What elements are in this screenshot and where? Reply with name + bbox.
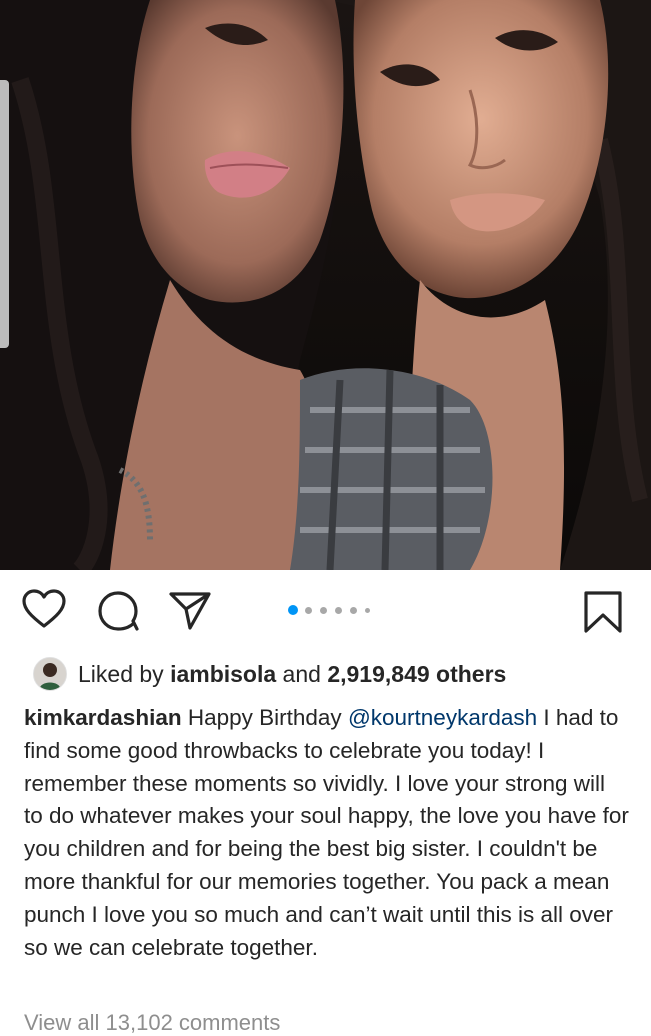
bookmark-icon[interactable] <box>582 590 624 634</box>
comment-icon[interactable] <box>97 590 141 632</box>
likes-text: Liked by iambisola and 2,919,849 others <box>78 661 506 688</box>
heart-icon[interactable] <box>21 589 67 629</box>
likes-summary[interactable]: Liked by iambisola and 2,919,849 others <box>33 656 506 692</box>
likes-count[interactable]: 2,919,849 others <box>327 661 506 687</box>
carousel-dot <box>335 606 342 614</box>
view-all-comments-link[interactable]: View all 13,102 comments <box>24 1010 280 1036</box>
caption-username[interactable]: kimkardashian <box>24 705 182 730</box>
paper-plane-icon[interactable] <box>168 590 212 632</box>
scroll-handle[interactable] <box>0 80 9 348</box>
post-photo[interactable] <box>0 0 651 570</box>
caption-mention[interactable]: @kourtneykardash <box>348 705 537 730</box>
liker-username[interactable]: iambisola <box>170 661 276 687</box>
carousel-dot <box>305 606 312 614</box>
post-photo-illustration <box>0 0 651 570</box>
post-caption: kimkardashian Happy Birthday @kourtneyka… <box>24 702 629 964</box>
caption-text-continued: I had to find some good throwbacks to ce… <box>24 705 629 960</box>
likes-joiner: and <box>276 660 328 687</box>
carousel-dot <box>350 606 357 614</box>
carousel-dot-active <box>288 605 298 615</box>
likes-prefix: Liked by <box>78 660 171 687</box>
avatar[interactable] <box>33 657 67 691</box>
carousel-indicator <box>288 604 378 616</box>
caption-text: Happy Birthday <box>187 705 348 730</box>
carousel-dot <box>365 607 370 613</box>
post-action-bar <box>0 570 651 650</box>
carousel-dot <box>320 606 327 614</box>
